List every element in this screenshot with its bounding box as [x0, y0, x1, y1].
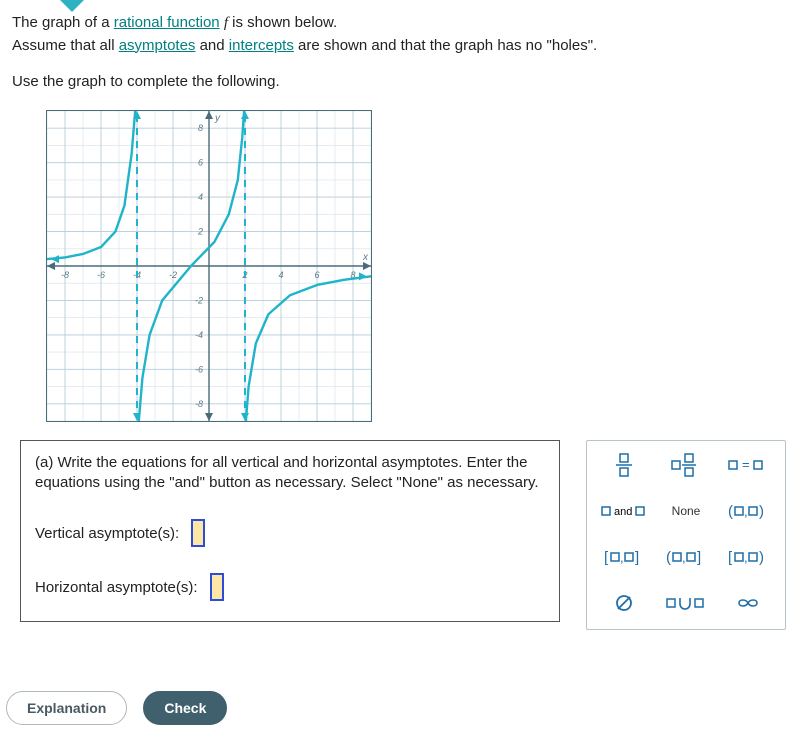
svg-text:6: 6 — [314, 270, 319, 280]
symbol-palette: = and None (,) [,] (,] [,) — [586, 440, 786, 630]
palette-equation[interactable]: = — [719, 451, 777, 479]
svg-text:[: [ — [604, 549, 609, 565]
question-a-text: (a) Write the equations for all vertical… — [35, 453, 545, 494]
svg-text:): ) — [759, 549, 764, 565]
palette-mixed-number[interactable] — [657, 451, 715, 479]
svg-text:[: [ — [728, 549, 733, 565]
svg-text:,: , — [682, 550, 686, 565]
vertical-asymptote-label: Vertical asymptote(s): — [35, 525, 179, 542]
horizontal-asymptote-input[interactable] — [210, 573, 224, 601]
svg-text:): ) — [759, 503, 764, 519]
svg-text:-2: -2 — [195, 295, 203, 305]
palette-and[interactable]: and — [595, 497, 653, 525]
link-rational-function[interactable]: rational function — [114, 14, 220, 31]
palette-open-open-interval[interactable]: (,) — [719, 497, 777, 525]
instruction-line: Use the graph to complete the following. — [12, 71, 796, 94]
explanation-button[interactable]: Explanation — [6, 691, 127, 725]
action-buttons: Explanation Check — [0, 691, 227, 725]
palette-empty-set[interactable] — [595, 589, 653, 617]
palette-open-closed-interval[interactable]: (,] — [657, 543, 715, 571]
svg-text:,: , — [620, 550, 624, 565]
svg-text:4: 4 — [278, 270, 283, 280]
svg-text:-2: -2 — [169, 270, 177, 280]
svg-text:y: y — [214, 113, 221, 124]
svg-text:=: = — [742, 458, 750, 472]
svg-text:]: ] — [635, 549, 639, 565]
svg-text:-8: -8 — [195, 398, 203, 408]
link-asymptotes[interactable]: asymptotes — [119, 37, 196, 54]
tab-pointer-icon — [54, 0, 90, 12]
svg-text:4: 4 — [198, 192, 203, 202]
svg-text:]: ] — [697, 549, 701, 565]
palette-infinity[interactable] — [719, 589, 777, 617]
palette-closed-closed-interval[interactable]: [,] — [595, 543, 653, 571]
svg-text:-8: -8 — [61, 270, 69, 280]
svg-text:(: ( — [666, 549, 671, 565]
check-button[interactable]: Check — [143, 691, 227, 725]
svg-text:x: x — [362, 252, 369, 263]
svg-text:(: ( — [728, 503, 733, 519]
svg-text:,: , — [744, 550, 748, 565]
vertical-asymptote-input[interactable] — [191, 519, 205, 547]
svg-text:and: and — [614, 506, 632, 518]
svg-text:-6: -6 — [97, 270, 105, 280]
question-a-box: (a) Write the equations for all vertical… — [20, 440, 560, 623]
palette-union[interactable] — [657, 589, 715, 617]
svg-text:,: , — [744, 504, 748, 519]
horizontal-asymptote-label: Horizontal asymptote(s): — [35, 579, 198, 596]
function-graph: -8-6-4-22468-8-6-4-22468xy — [46, 110, 372, 422]
svg-text:8: 8 — [198, 123, 203, 133]
svg-text:6: 6 — [198, 157, 203, 167]
palette-none[interactable]: None — [657, 497, 715, 525]
svg-text:-4: -4 — [195, 329, 203, 339]
svg-text:2: 2 — [197, 226, 203, 236]
svg-text:-6: -6 — [195, 364, 203, 374]
problem-intro: The graph of a rational function f is sh… — [12, 12, 796, 94]
palette-closed-open-interval[interactable]: [,) — [719, 543, 777, 571]
link-intercepts[interactable]: intercepts — [229, 37, 294, 54]
intro-text: The graph of a — [12, 14, 114, 31]
palette-fraction[interactable] — [595, 451, 653, 479]
